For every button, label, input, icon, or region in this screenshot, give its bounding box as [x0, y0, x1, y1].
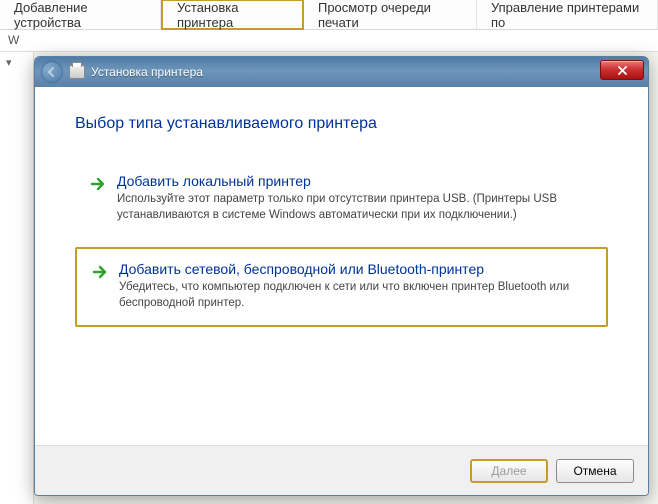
wizard-titlebar: Установка принтера: [35, 57, 648, 87]
wizard-heading: Выбор типа устанавливаемого принтера: [75, 115, 608, 133]
option-content: Добавить сетевой, беспроводной или Bluet…: [119, 261, 592, 311]
option-desc: Убедитесь, что компьютер подключен к сет…: [119, 280, 592, 311]
top-menu-bar: Добавление устройства Установка принтера…: [0, 0, 658, 30]
next-button[interactable]: Далее: [470, 459, 548, 483]
option-local-printer[interactable]: Добавить локальный принтер Используйте э…: [75, 161, 608, 237]
wizard-body: Выбор типа устанавливаемого принтера Доб…: [35, 87, 648, 445]
option-desc: Используйте этот параметр только при отс…: [117, 192, 594, 223]
add-printer-wizard: Установка принтера Выбор типа устанавлив…: [34, 56, 649, 496]
menu-add-device[interactable]: Добавление устройства: [0, 0, 161, 29]
wizard-title: Установка принтера: [91, 65, 203, 79]
cancel-button[interactable]: Отмена: [556, 459, 634, 483]
wizard-button-row: Далее Отмена: [35, 445, 648, 495]
option-title: Добавить локальный принтер: [117, 173, 594, 189]
option-network-printer[interactable]: Добавить сетевой, беспроводной или Bluet…: [75, 247, 608, 327]
menu-view-queue[interactable]: Просмотр очереди печати: [304, 0, 477, 29]
menu-manage-printers[interactable]: Управление принтерами по: [477, 0, 658, 29]
menu-install-printer[interactable]: Установка принтера: [161, 0, 304, 30]
close-button[interactable]: [600, 60, 644, 80]
back-button[interactable]: [41, 61, 63, 83]
address-text: W: [8, 33, 19, 47]
option-title: Добавить сетевой, беспроводной или Bluet…: [119, 261, 592, 277]
option-content: Добавить локальный принтер Используйте э…: [117, 173, 594, 223]
address-row: W: [0, 30, 658, 52]
printer-icon: [69, 65, 85, 79]
arrow-right-icon: [91, 263, 109, 281]
arrow-right-icon: [89, 175, 107, 193]
tree-collapse-icon[interactable]: ▾: [0, 52, 33, 73]
left-pane: ▾: [0, 52, 34, 504]
